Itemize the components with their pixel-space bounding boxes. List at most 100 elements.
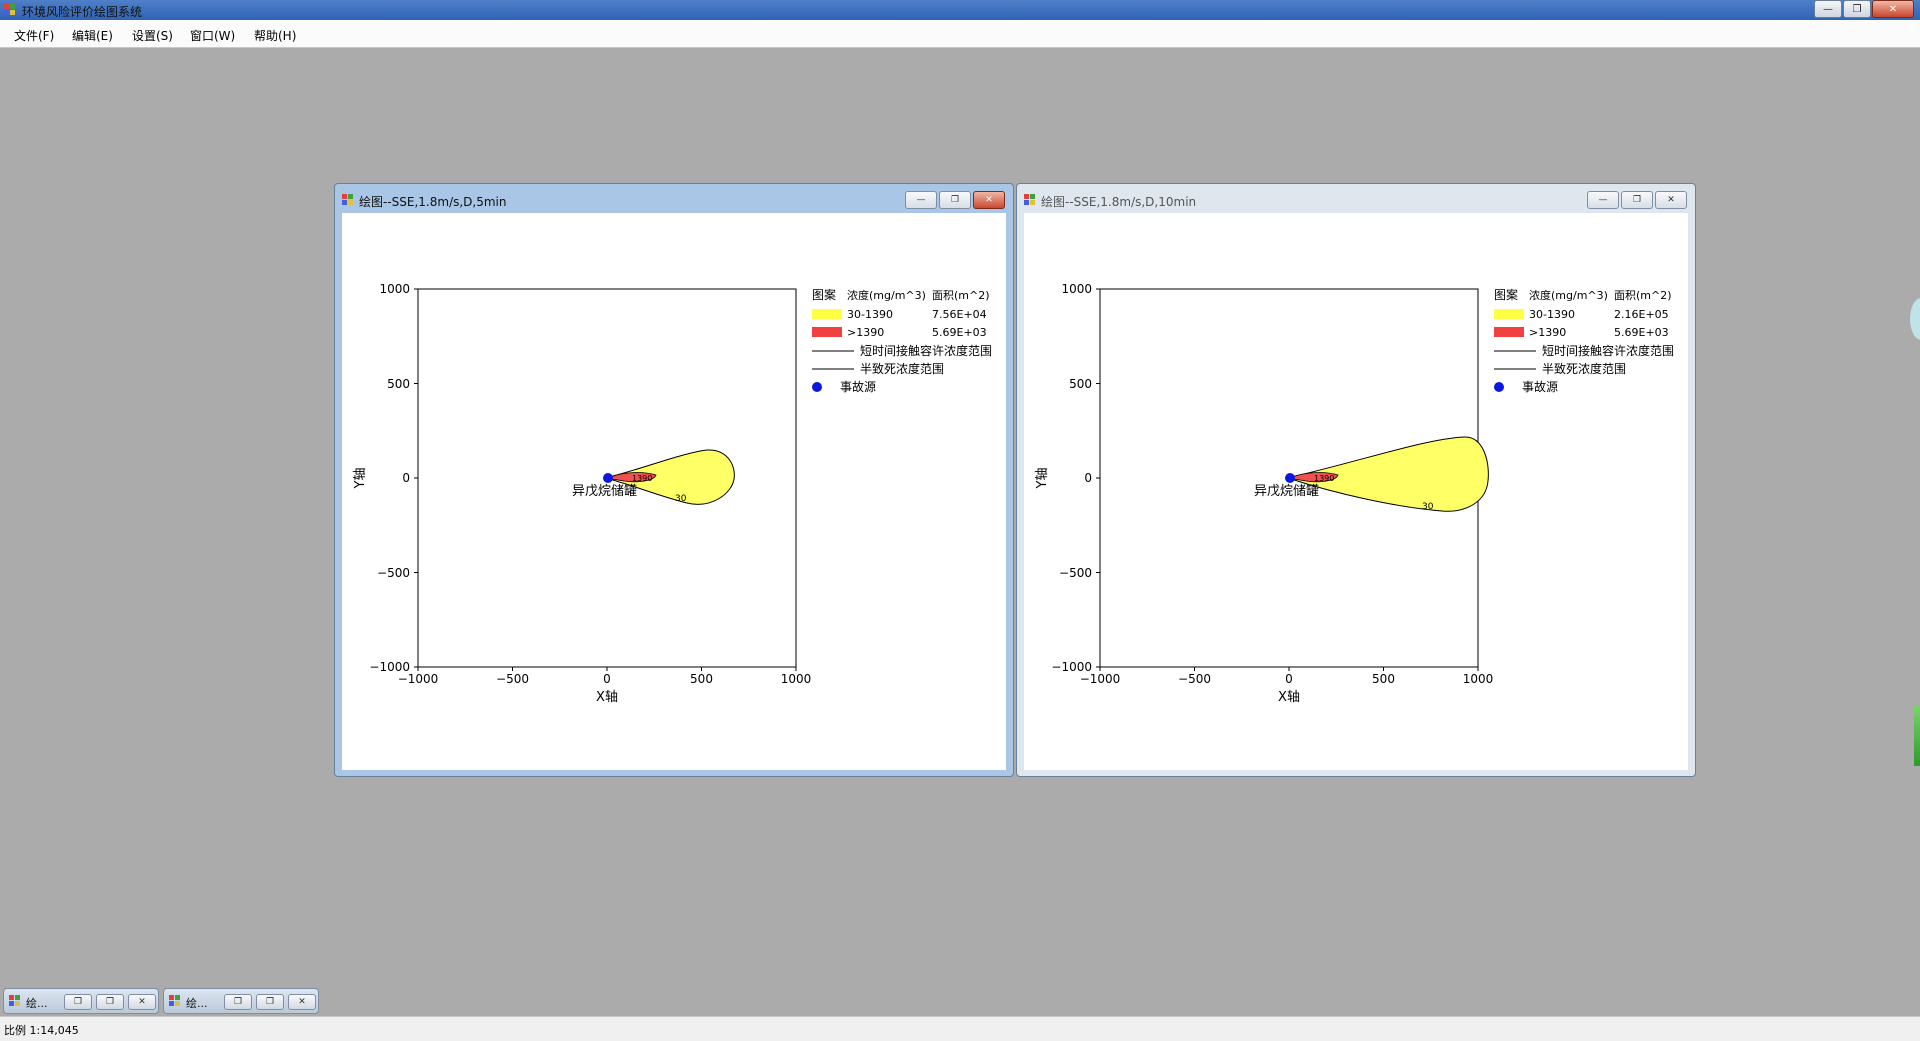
y-tick-label: 500 [387, 377, 410, 391]
source-label: 异戊烷储罐 [1254, 484, 1319, 499]
y-ticks: 1000 500 0 −500 −1000 [1051, 282, 1100, 674]
window-icon [1024, 194, 1035, 205]
y-tick-label: 1000 [379, 282, 410, 296]
legend-conc: >1390 [1529, 326, 1566, 339]
legend: 图案 浓度(mg/m^3) 面积(m^2) 30-1390 2.16E+05 >… [1494, 287, 1674, 394]
legend-source-label: 事故源 [840, 379, 876, 394]
minimize-button[interactable]: — [1814, 0, 1842, 18]
maximize-button[interactable]: ❐ [256, 994, 284, 1010]
window-close-button[interactable]: ✕ [973, 191, 1005, 209]
x-tick-label: 1000 [781, 672, 812, 686]
contour-label-30: 30 [675, 494, 687, 504]
minimize-icon: — [916, 195, 926, 205]
x-tick-label: −500 [1178, 672, 1211, 686]
app-title: 环境风险评价绘图系统 [22, 5, 143, 19]
menu-file[interactable]: 文件(F) [14, 27, 54, 44]
legend-conc: 30-1390 [1529, 308, 1575, 321]
window-icon [9, 995, 20, 1006]
y-axis-label: Y轴 [353, 468, 368, 490]
maximize-icon: ❐ [265, 997, 275, 1007]
menu-edit[interactable]: 编辑(E) [72, 27, 113, 44]
restore-button[interactable]: ❐ [224, 994, 252, 1010]
accident-source-marker [1285, 473, 1295, 483]
close-icon: ✕ [298, 997, 306, 1007]
app-title-bar[interactable]: 环境风险评价绘图系统 — ❐ ✕ [0, 0, 1920, 20]
minimized-title: 绘... [26, 997, 48, 1010]
window-maximize-button[interactable]: ❐ [939, 191, 971, 209]
legend-header-pattern: 图案 [812, 287, 836, 302]
x-tick-label: −1000 [1080, 672, 1121, 686]
legend-header-conc: 浓度(mg/m^3) [1529, 288, 1608, 302]
status-bar: 比例 1:14,045 [0, 1016, 1920, 1041]
legend-source-marker [1494, 382, 1504, 392]
legend-area: 7.56E+04 [932, 308, 987, 321]
close-button[interactable]: ✕ [288, 994, 316, 1010]
y-tick-label: −500 [1059, 566, 1092, 580]
restore-button[interactable]: ❐ [64, 994, 92, 1010]
legend-conc: >1390 [847, 326, 884, 339]
y-tick-label: 0 [402, 471, 410, 485]
legend-area: 5.69E+03 [932, 326, 987, 339]
close-icon: ✕ [985, 195, 993, 205]
legend: 图案 浓度(mg/m^3) 面积(m^2) 30-1390 7.56E+04 >… [812, 287, 992, 394]
contour-label-30: 30 [1422, 502, 1434, 512]
y-tick-label: 0 [1084, 471, 1092, 485]
menu-bar: 文件(F) 编辑(E) 设置(S) 窗口(W) 帮助(H) [0, 20, 1920, 48]
plot-canvas: 1000 500 0 −500 −1000 −1000 −500 0 500 1… [1024, 213, 1688, 770]
plot-window-10min[interactable]: 绘图--SSE,1.8m/s,D,10min — ❐ ✕ 1000 500 0 … [1016, 183, 1696, 777]
window-title: 绘图--SSE,1.8m/s,D,5min [359, 195, 507, 209]
window-maximize-button[interactable]: ❐ [1621, 191, 1653, 209]
maximize-icon: ❐ [105, 997, 115, 1007]
legend-header-area: 面积(m^2) [932, 289, 990, 302]
legend-swatch-yellow [1494, 309, 1524, 319]
maximize-button[interactable]: ❐ [1843, 0, 1871, 18]
scroll-indicator [1914, 706, 1920, 766]
window-minimize-button[interactable]: — [1587, 191, 1619, 209]
window-minimize-button[interactable]: — [905, 191, 937, 209]
close-button[interactable]: ✕ [128, 994, 156, 1010]
maximize-button[interactable]: ❐ [96, 994, 124, 1010]
menu-settings[interactable]: 设置(S) [132, 27, 173, 44]
window-close-button[interactable]: ✕ [1655, 191, 1687, 209]
close-icon: ✕ [138, 997, 146, 1007]
window-title: 绘图--SSE,1.8m/s,D,10min [1041, 195, 1197, 209]
legend-conc: 30-1390 [847, 308, 893, 321]
source-label: 异戊烷储罐 [572, 484, 637, 499]
legend-header-conc: 浓度(mg/m^3) [847, 288, 926, 302]
legend-line2-label: 半致死浓度范围 [1542, 361, 1626, 376]
minimized-title: 绘... [186, 997, 208, 1010]
legend-source-label: 事故源 [1522, 379, 1558, 394]
y-axis-label: Y轴 [1035, 468, 1050, 490]
close-button[interactable]: ✕ [1872, 0, 1914, 18]
menu-help[interactable]: 帮助(H) [254, 27, 296, 44]
plot-window-5min[interactable]: 绘图--SSE,1.8m/s,D,5min — ❐ ✕ 1000 500 0 −… [334, 183, 1014, 777]
x-tick-label: 1000 [1463, 672, 1494, 686]
contour-label-1390: 1390 [632, 474, 652, 483]
legend-swatch-yellow [812, 309, 842, 319]
dispersion-plot: 1000 500 0 −500 −1000 −1000 −500 0 500 1… [1035, 282, 1674, 705]
app-icon [4, 4, 15, 15]
x-tick-label: 500 [690, 672, 713, 686]
plot-canvas: 1000 500 0 −500 −1000 −1000 −500 0 500 1… [342, 213, 1006, 770]
x-tick-label: −500 [496, 672, 529, 686]
legend-line1-label: 短时间接触容许浓度范围 [860, 343, 992, 358]
y-tick-label: −500 [377, 566, 410, 580]
minimize-icon: — [1823, 3, 1833, 15]
legend-line2-label: 半致死浓度范围 [860, 361, 944, 376]
dispersion-plot: 1000 500 0 −500 −1000 −1000 −500 0 500 1… [353, 282, 992, 705]
minimized-window-2[interactable]: 绘... ❐ ❐ ✕ [163, 988, 319, 1014]
minimize-icon: — [1598, 195, 1608, 205]
x-axis-label: X轴 [1278, 690, 1300, 705]
x-tick-label: 500 [1372, 672, 1395, 686]
x-tick-label: −1000 [398, 672, 439, 686]
y-tick-label: 500 [1069, 377, 1092, 391]
y-ticks: 1000 500 0 −500 −1000 [369, 282, 418, 674]
close-icon: ✕ [1667, 195, 1675, 205]
x-tick-label: 0 [603, 672, 611, 686]
menu-window[interactable]: 窗口(W) [190, 27, 235, 44]
legend-line1-label: 短时间接触容许浓度范围 [1542, 343, 1674, 358]
legend-area: 2.16E+05 [1614, 308, 1669, 321]
minimized-window-1[interactable]: 绘... ❐ ❐ ✕ [3, 988, 159, 1014]
restore-icon: ❐ [73, 997, 83, 1007]
x-ticks: −1000 −500 0 500 1000 [398, 667, 812, 686]
